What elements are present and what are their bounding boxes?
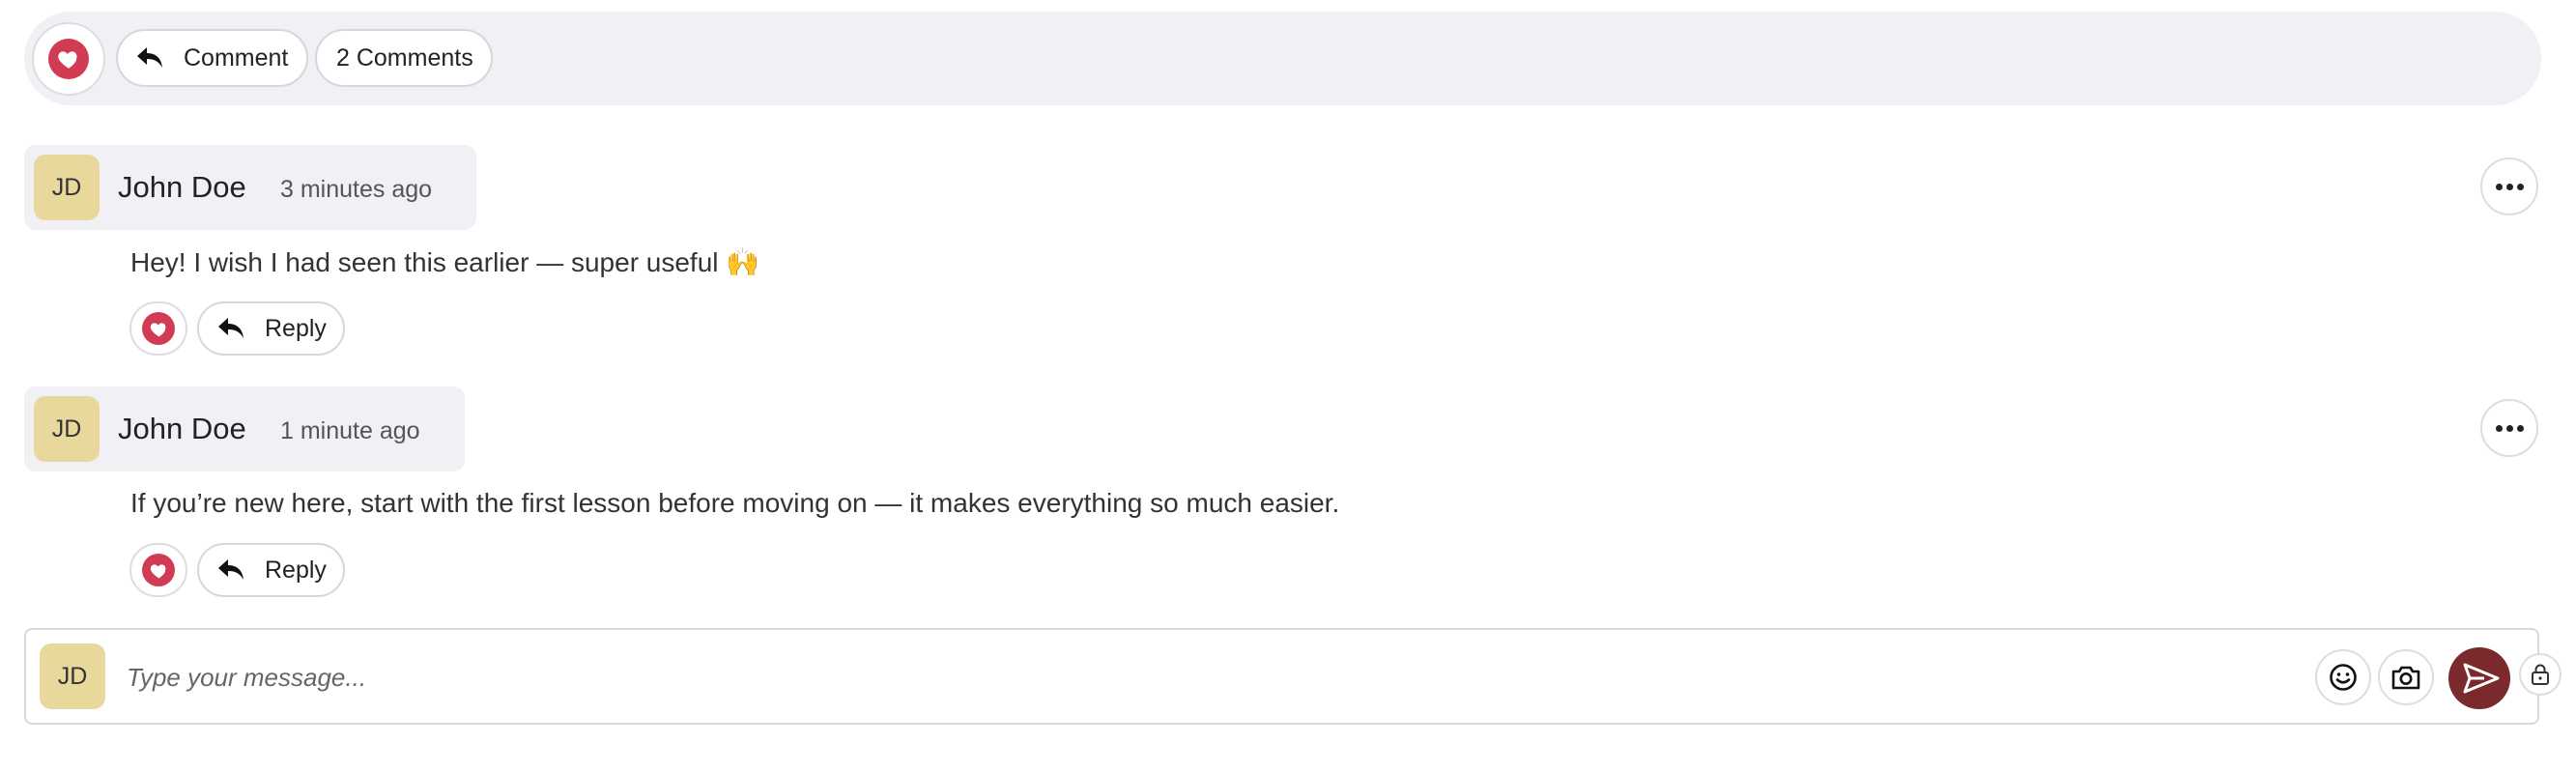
comment-header: JD John Doe 3 minutes ago	[24, 145, 476, 230]
reply-arrow-icon	[135, 45, 164, 71]
emoji-button[interactable]	[2315, 649, 2371, 705]
comment-author[interactable]: John Doe	[118, 170, 246, 205]
send-button[interactable]	[2448, 647, 2510, 709]
emoji-icon	[2329, 663, 2358, 692]
avatar: JD	[34, 396, 100, 462]
comments-count-label: 2 Comments	[336, 43, 473, 71]
comment-button[interactable]: Comment	[116, 29, 308, 87]
reply-button-label: Reply	[265, 556, 327, 584]
comment-like-button[interactable]	[129, 543, 187, 597]
post-action-bar: Comment 2 Comments	[24, 12, 2541, 105]
avatar: JD	[40, 643, 105, 709]
comment-text: If you’re new here, start with the first…	[130, 488, 1340, 518]
lock-icon	[2530, 663, 2551, 686]
comment-button-label: Comment	[184, 43, 289, 71]
reply-button-label: Reply	[265, 314, 327, 342]
more-horizontal-icon	[2495, 424, 2524, 432]
message-input[interactable]	[125, 649, 2303, 705]
comment-timestamp: 3 minutes ago	[280, 176, 433, 203]
comment-like-button[interactable]	[129, 301, 187, 356]
reply-arrow-icon	[216, 557, 245, 583]
comments-count-button[interactable]: 2 Comments	[315, 29, 493, 87]
more-horizontal-icon	[2495, 183, 2524, 190]
heart-icon	[48, 39, 89, 79]
reply-button[interactable]: Reply	[197, 543, 345, 597]
privacy-lock-button[interactable]	[2519, 653, 2562, 696]
reply-button[interactable]: Reply	[197, 301, 345, 356]
comment-text: Hey! I wish I had seen this earlier — su…	[130, 247, 760, 277]
reply-arrow-icon	[216, 316, 245, 341]
camera-button[interactable]	[2378, 649, 2434, 705]
camera-icon	[2390, 664, 2421, 691]
comment-author[interactable]: John Doe	[118, 412, 246, 446]
message-composer: JD	[24, 628, 2539, 725]
comment-timestamp: 1 minute ago	[280, 417, 420, 444]
send-icon	[2463, 663, 2500, 694]
like-button[interactable]	[32, 22, 105, 96]
comment-options-button[interactable]	[2480, 157, 2538, 215]
heart-icon	[142, 312, 175, 345]
comment-header: JD John Doe 1 minute ago	[24, 386, 465, 471]
avatar: JD	[34, 155, 100, 220]
heart-icon	[142, 554, 175, 586]
comment-options-button[interactable]	[2480, 399, 2538, 457]
